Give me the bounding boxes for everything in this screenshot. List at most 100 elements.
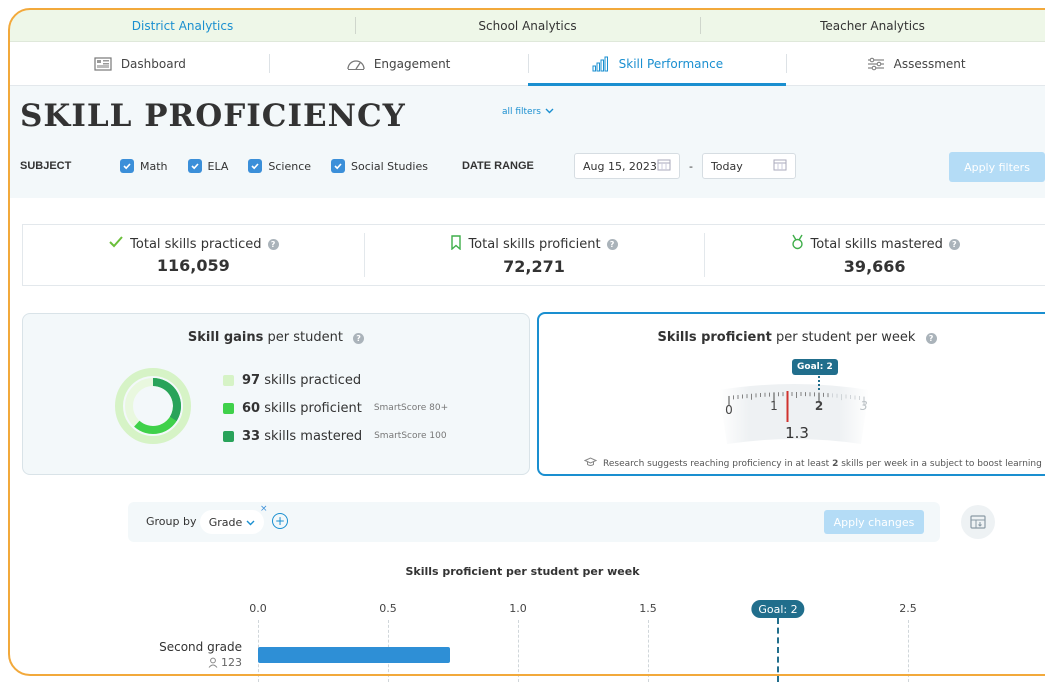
tab-skill-performance-label: Skill Performance [618, 56, 724, 71]
section-nav: Dashboard Engagement Skill Performance A… [10, 42, 1045, 86]
dashboard-icon [93, 56, 113, 72]
add-group-button[interactable]: + [272, 513, 288, 529]
subject-ela-label: ELA [207, 159, 229, 173]
legend-practiced-value: 97 [242, 372, 261, 388]
student-count-value: 123 [221, 656, 242, 669]
apply-changes-button[interactable]: Apply changes [824, 510, 924, 534]
checkbox-checked-icon [248, 159, 263, 173]
bookmark-icon [450, 234, 462, 254]
research-note: Research suggests reaching proficiency i… [583, 457, 1042, 470]
legend-swatch [223, 430, 234, 442]
legend-mastered: 33 skills mastered SmartScore 100 [223, 422, 448, 450]
help-icon[interactable]: ? [606, 238, 618, 250]
subject-science-label: Science [268, 159, 312, 173]
subject-checkbox-social-studies[interactable]: Social Studies [331, 159, 428, 173]
weekly-title-bold: Skills proficient [657, 330, 772, 345]
graduation-cap-icon [583, 457, 598, 470]
stat-mastered-value: 39,666 [843, 257, 906, 276]
stat-mastered: Total skills mastered ? 39,666 [704, 225, 1045, 285]
subject-label: SUBJECT [20, 160, 72, 172]
stat-proficient: Total skills proficient ? 72,271 [363, 225, 705, 285]
weekly-title-rest: per student per week [771, 330, 916, 345]
legend-proficient-value: 60 [242, 400, 261, 416]
totals-summary: Total skills practiced ? 116,059 Total s… [22, 224, 1045, 286]
legend-swatch [223, 374, 234, 386]
filters-header: SKILL PROFICIENCY SUBJECT Math ELA Scien… [10, 86, 1045, 198]
calendar-icon [657, 158, 671, 174]
subject-checkbox-science[interactable]: Science [248, 159, 311, 173]
remove-group-icon[interactable]: × [260, 504, 268, 514]
x-tick-label: 0.0 [249, 602, 267, 615]
goal-tag: Goal: 2 [751, 600, 805, 618]
skill-gains-card[interactable]: Skill gains per student ? 97 skills prac… [22, 313, 530, 475]
page-title: SKILL PROFICIENCY [20, 98, 406, 134]
help-icon[interactable]: ? [925, 333, 937, 344]
subject-math-label: Math [140, 159, 168, 173]
bar-second-grade[interactable] [258, 647, 451, 663]
help-icon[interactable]: ? [267, 238, 279, 250]
date-to-value: Today [710, 159, 743, 173]
tab-district-analytics[interactable]: District Analytics [10, 10, 355, 41]
group-by-select[interactable]: Grade [200, 510, 264, 534]
subject-social-studies-label: Social Studies [351, 159, 428, 173]
date-range-label: DATE RANGE [461, 160, 534, 172]
student-count: 123 [208, 656, 242, 669]
skill-gains-title-rest: per student [263, 330, 343, 345]
stat-practiced-value: 116,059 [156, 256, 230, 275]
subject-checkbox-math[interactable]: Math [120, 159, 168, 173]
legend-mastered-label: skills mastered [264, 428, 363, 444]
goal-line [777, 618, 779, 682]
chevron-down-icon [545, 107, 554, 117]
x-tick-label: 1.0 [509, 602, 527, 615]
weekly-proficiency-card[interactable]: Skills proficient per student per week ?… [537, 312, 1045, 476]
gauge-value: 1.3 [785, 424, 809, 442]
gauge-tick-label: 3 [860, 399, 868, 413]
date-to-field[interactable]: Today [701, 153, 796, 179]
help-icon[interactable]: ? [948, 238, 960, 250]
research-text-pre: Research suggests reaching proficiency i… [603, 458, 833, 469]
student-icon [208, 657, 218, 668]
skill-gains-title: Skill gains per student ? [23, 330, 529, 345]
research-text-post: skills per week in a subject to boost le… [838, 458, 1042, 469]
speedometer-icon [346, 56, 366, 72]
tab-skill-performance[interactable]: Skill Performance [527, 42, 787, 86]
stat-practiced: Total skills practiced ? 116,059 [23, 225, 364, 285]
analytics-tabs: District Analytics School Analytics Teac… [10, 10, 1045, 42]
date-from-field[interactable]: Aug 15, 2023 [573, 153, 680, 179]
stat-practiced-label: Total skills practiced [130, 236, 262, 252]
help-icon[interactable]: ? [353, 333, 365, 344]
subject-checkbox-ela[interactable]: ELA [187, 159, 229, 173]
skill-gains-legend: 97 skills practiced 60 skills proficient… [223, 366, 448, 450]
all-filters-label: all filters [501, 107, 541, 117]
medal-icon [790, 234, 805, 254]
bar-chart-icon [591, 56, 611, 72]
tab-school-analytics[interactable]: School Analytics [355, 10, 700, 41]
all-filters-toggle[interactable]: all filters [493, 104, 563, 120]
x-tick-label: 0.5 [379, 602, 397, 615]
skill-gains-title-bold: Skill gains [187, 330, 264, 345]
tab-engagement-label: Engagement [373, 56, 451, 71]
tab-teacher-analytics[interactable]: Teacher Analytics [700, 10, 1045, 41]
table-download-icon[interactable] [961, 505, 995, 539]
x-tick-label: 1.5 [639, 602, 657, 615]
tab-engagement[interactable]: Engagement [268, 42, 528, 85]
weekly-title: Skills proficient per student per week ? [539, 330, 1045, 345]
legend-proficient-note: SmartScore 80+ [373, 403, 449, 413]
checkmark-icon [108, 235, 124, 253]
legend-proficient: 60 skills proficient SmartScore 80+ [223, 394, 448, 422]
calendar-icon [773, 158, 787, 174]
legend-mastered-value: 33 [242, 428, 261, 444]
tab-assessment[interactable]: Assessment [786, 42, 1045, 85]
tab-dashboard[interactable]: Dashboard [10, 42, 269, 85]
gauge-tick-label: 0 [725, 403, 733, 417]
grid-line [908, 620, 909, 682]
group-by-bar: Group by Grade × + Apply changes [128, 502, 940, 542]
gauge-goal-tag: Goal: 2 [792, 359, 838, 375]
stat-proficient-label: Total skills proficient [468, 236, 601, 252]
group-by-value: Grade [208, 515, 243, 529]
apply-filters-button[interactable]: Apply filters [949, 152, 1045, 182]
legend-practiced-label: skills practiced [264, 372, 362, 388]
chevron-down-icon [246, 516, 255, 529]
stat-mastered-label: Total skills mastered [810, 236, 943, 252]
app-frame: District Analytics School Analytics Teac… [0, 0, 1045, 682]
